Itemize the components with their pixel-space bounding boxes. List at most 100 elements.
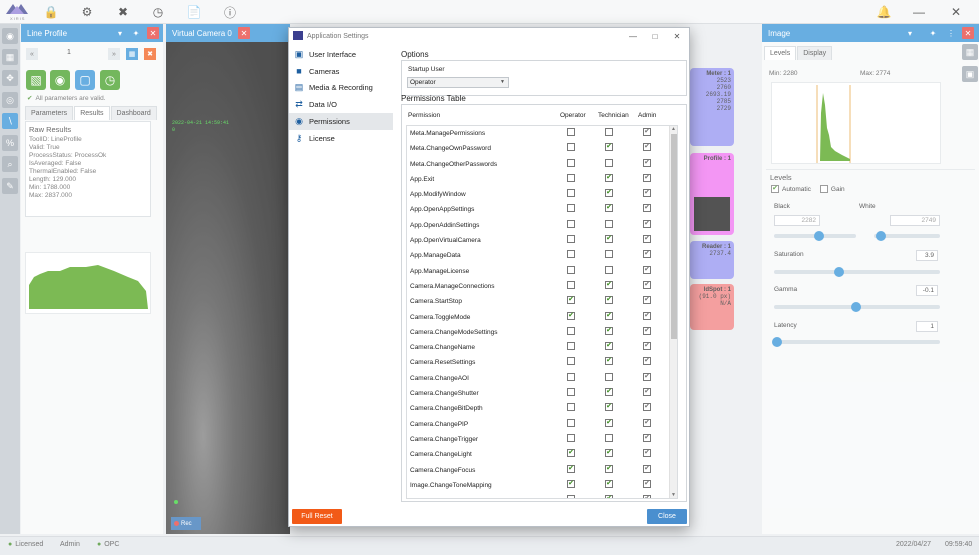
checkbox-tech[interactable]: ✔ xyxy=(605,403,613,412)
checkbox-op[interactable] xyxy=(567,189,575,198)
checkbox-tech[interactable]: ✔ xyxy=(605,342,613,351)
permissions-list: Meta.ManagePermissions ✔ Meta.ChangeOwnPas… xyxy=(406,125,678,499)
scroll-up-icon[interactable]: ▲ xyxy=(671,126,676,132)
checkbox-admin: ✔ xyxy=(643,173,651,182)
col-admin: Admin xyxy=(638,112,657,119)
checkbox-op[interactable] xyxy=(567,388,575,397)
checkbox-tech[interactable] xyxy=(605,250,613,259)
checkbox-op[interactable]: ✔ xyxy=(567,479,575,488)
checkbox-admin: ✔ xyxy=(643,372,651,381)
checkbox-tech[interactable]: ✔ xyxy=(605,280,613,289)
permission-name: App.ManageLicense xyxy=(410,267,470,275)
permission-row: Camera.ChangeAOI ✔ xyxy=(407,371,677,386)
checkbox-tech[interactable]: ✔ xyxy=(605,495,613,498)
checkbox-tech[interactable]: ✔ xyxy=(605,479,613,488)
nav-license[interactable]: ⚷ License xyxy=(289,130,393,147)
checkbox-op[interactable]: ✔ xyxy=(567,311,575,320)
checkbox-admin: ✔ xyxy=(643,143,651,152)
checkbox-op[interactable]: ✔ xyxy=(567,449,575,458)
options-box: Startup User Operator ▼ xyxy=(401,60,687,96)
checkbox-tech[interactable]: ✔ xyxy=(605,418,613,427)
permission-row: App.OpenAddinSettings ✔ xyxy=(407,218,677,233)
dialog-minimize-button[interactable]: — xyxy=(627,30,639,42)
permission-name: Image.ChangeToneMapping xyxy=(410,481,492,489)
close-button[interactable]: Close xyxy=(647,509,687,524)
nav-permissions[interactable]: ◉ Permissions xyxy=(289,113,393,130)
chevron-down-icon: ▼ xyxy=(500,79,505,85)
checkbox-tech[interactable]: ✔ xyxy=(605,296,613,305)
checkbox-tech[interactable]: ✔ xyxy=(605,204,613,213)
dialog-maximize-button[interactable]: □ xyxy=(649,30,661,42)
checkbox-admin: ✔ xyxy=(643,403,651,412)
permission-row: Camera.ChangeLight ✔ ✔ ✔ xyxy=(407,447,677,462)
checkbox-admin: ✔ xyxy=(643,464,651,473)
checkbox-tech[interactable]: ✔ xyxy=(605,143,613,152)
checkbox-tech[interactable]: ✔ xyxy=(605,311,613,320)
permission-row: App.Exit ✔ ✔ xyxy=(407,172,677,187)
checkbox-tech[interactable]: ✔ xyxy=(605,235,613,244)
checkbox-op[interactable] xyxy=(567,235,575,244)
permission-row: Camera.ChangeFocus ✔ ✔ ✔ xyxy=(407,463,677,478)
checkbox-tech[interactable] xyxy=(605,433,613,442)
permissions-scrollbar[interactable]: ▲ ▼ xyxy=(669,126,677,498)
full-reset-button[interactable]: Full Reset xyxy=(292,509,342,524)
checkbox-tech[interactable] xyxy=(605,219,613,228)
checkbox-op[interactable]: ✔ xyxy=(567,464,575,473)
checkbox-tech[interactable]: ✔ xyxy=(605,357,613,366)
checkbox-tech[interactable]: ✔ xyxy=(605,189,613,198)
checkbox-tech[interactable]: ✔ xyxy=(605,326,613,335)
checkbox-op[interactable] xyxy=(567,433,575,442)
permission-row: Camera.StartStop ✔ ✔ ✔ xyxy=(407,294,677,309)
checkbox-op[interactable] xyxy=(567,219,575,228)
startup-user-label: Startup User xyxy=(408,66,445,73)
checkbox-tech[interactable] xyxy=(605,372,613,381)
checkbox-admin: ✔ xyxy=(643,326,651,335)
startup-user-select[interactable]: Operator ▼ xyxy=(407,77,509,88)
permission-name: Camera.ChangeTrigger xyxy=(410,435,479,443)
checkbox-admin: ✔ xyxy=(643,357,651,366)
checkbox-admin: ✔ xyxy=(643,280,651,289)
film-icon: ▤ xyxy=(294,82,304,93)
scroll-down-icon[interactable]: ▼ xyxy=(671,492,676,498)
checkbox-op[interactable] xyxy=(567,143,575,152)
checkbox-op[interactable] xyxy=(567,250,575,259)
scroll-thumb[interactable] xyxy=(671,134,677,339)
checkbox-op[interactable]: ✔ xyxy=(567,296,575,305)
checkbox-admin: ✔ xyxy=(643,265,651,274)
checkbox-op[interactable] xyxy=(567,158,575,167)
checkbox-op[interactable] xyxy=(567,280,575,289)
checkbox-op[interactable] xyxy=(567,326,575,335)
permission-name: Meta.ChangeOtherPasswords xyxy=(410,160,498,168)
checkbox-op[interactable] xyxy=(567,204,575,213)
checkbox-tech[interactable]: ✔ xyxy=(605,464,613,473)
checkbox-tech[interactable]: ✔ xyxy=(605,388,613,397)
nav-cameras[interactable]: ■ Cameras xyxy=(289,63,393,80)
checkbox-admin: ✔ xyxy=(643,128,651,136)
checkbox-tech[interactable]: ✔ xyxy=(605,173,613,182)
dialog-title: Application Settings xyxy=(307,32,369,40)
checkbox-op[interactable] xyxy=(567,372,575,381)
permission-name: Camera.ChangeBitDepth xyxy=(410,405,483,413)
checkbox-tech[interactable] xyxy=(605,128,613,136)
checkbox-admin: ✔ xyxy=(643,479,651,488)
dialog-close-button[interactable]: ✕ xyxy=(671,30,683,42)
checkbox-op[interactable] xyxy=(567,403,575,412)
checkbox-op[interactable] xyxy=(567,342,575,351)
checkbox-op[interactable] xyxy=(567,357,575,366)
checkbox-op[interactable] xyxy=(567,265,575,274)
checkbox-op[interactable] xyxy=(567,173,575,182)
nav-user-interface[interactable]: ▣ User Interface xyxy=(289,46,393,63)
permission-row: Camera.ChangeShutter ✔ ✔ xyxy=(407,386,677,401)
checkbox-op[interactable] xyxy=(567,128,575,136)
checkbox-op[interactable] xyxy=(567,495,575,498)
permission-row: Camera.ToggleMode ✔ ✔ ✔ xyxy=(407,310,677,325)
checkbox-tech[interactable] xyxy=(605,158,613,167)
col-technician: Technician xyxy=(598,112,629,119)
checkbox-op[interactable] xyxy=(567,418,575,427)
nav-media-recording[interactable]: ▤ Media & Recording xyxy=(289,80,393,97)
nav-data-i-o[interactable]: ⇄ Data I/O xyxy=(289,96,393,113)
permission-name: Meta.ChangeOwnPassword xyxy=(410,145,491,153)
checkbox-tech[interactable]: ✔ xyxy=(605,449,613,458)
checkbox-tech[interactable] xyxy=(605,265,613,274)
permission-row: Camera.ChangeTrigger ✔ xyxy=(407,432,677,447)
